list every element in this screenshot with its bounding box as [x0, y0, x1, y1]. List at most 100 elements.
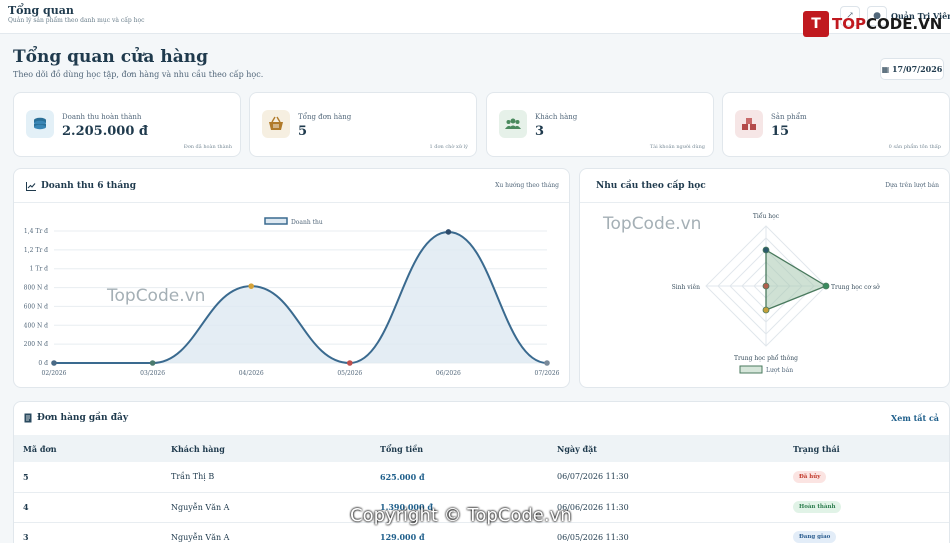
basket-icon: [269, 116, 283, 130]
demand-subtitle: Dựa trên lượt bán: [885, 182, 939, 189]
revenue-card-header: Doanh thu 6 tháng Xu hướng theo tháng: [14, 169, 569, 203]
kpi-value: 2.205.000 đ: [62, 124, 148, 139]
order-status-cell: Đã hủy: [784, 462, 949, 493]
kpi-note: Tài khoản người dùng: [649, 144, 705, 150]
y-tick-label: 800 N đ: [24, 285, 49, 292]
kpi-label: Tổng đơn hàng: [298, 113, 352, 121]
status-badge: Hoàn thành: [793, 501, 842, 513]
kpi-value: 5: [298, 124, 308, 139]
radar-series-area: [765, 248, 828, 311]
kpi-icon-box: [499, 110, 527, 138]
y-tick-label: 600 N đ: [24, 303, 49, 310]
kpi-card-orders: Tổng đơn hàng 5 1 đơn chờ xử lý: [249, 92, 477, 157]
order-customer: Nguyễn Văn A: [162, 492, 371, 523]
line-chart-icon: [26, 181, 36, 191]
kpi-icon-box: [26, 110, 54, 138]
radar-point: [762, 282, 770, 290]
x-tick-label: 07/2026: [535, 370, 560, 377]
demand-title: Nhu cầu theo cấp học: [596, 181, 706, 191]
kpi-value: 3: [535, 124, 545, 139]
kpi-icon-box: [735, 110, 763, 138]
y-tick-label: 200 N đ: [24, 341, 49, 348]
demand-card-header: Nhu cầu theo cấp học Dựa trên lượt bán: [580, 169, 949, 203]
radar-category-label: Trung học phổ thông: [734, 355, 798, 362]
kpi-note: 1 đơn chờ xử lý: [429, 144, 468, 150]
table-header-row: Mã đơn Khách hàng Tổng tiền Ngày đặt Trạ…: [14, 435, 949, 462]
radar-point: [762, 306, 770, 314]
orders-table: Mã đơn Khách hàng Tổng tiền Ngày đặt Trạ…: [14, 435, 949, 543]
kpi-note: 0 sản phẩm tồn thấp: [888, 144, 941, 150]
kpi-label: Khách hàng: [535, 113, 578, 121]
coins-icon: [34, 117, 46, 130]
order-customer: Trần Thị B: [162, 462, 371, 493]
date-button[interactable]: ▦ 17/07/2026: [880, 58, 944, 80]
data-point: [248, 283, 254, 289]
kpi-note: Đơn đã hoàn thành: [183, 144, 232, 150]
legend-swatch: [264, 217, 288, 225]
order-id: 4: [14, 492, 162, 523]
logo-text: TOPCODE.VN: [832, 15, 943, 33]
kpi-card-products: Sản phẩm 15 0 sản phẩm tồn thấp: [722, 92, 950, 157]
col-date: Ngày đặt: [548, 435, 784, 462]
table-row[interactable]: 5 Trần Thị B 625.000 đ 06/07/2026 11:30 …: [14, 462, 949, 493]
revenue-line-chart: Doanh thu 0 đ 200 N đ 400 N đ 600 N đ 800 N đ…: [24, 217, 560, 377]
radar-category-label: Sinh viên: [672, 284, 701, 291]
revenue-subtitle: Xu hướng theo tháng: [495, 182, 559, 189]
watermark: TopCode.vn: [107, 286, 206, 306]
status-badge: Đã hủy: [793, 470, 827, 483]
kpi-icon-box: [262, 110, 290, 138]
y-tick-label: 1,2 Tr đ: [24, 247, 48, 254]
radar-legend-swatch: [739, 365, 763, 374]
col-status: Trạng thái: [784, 435, 949, 462]
calendar-icon: ▦: [881, 64, 890, 74]
col-total: Tổng tiền: [371, 435, 548, 462]
y-tick-label: 1,4 Tr đ: [24, 228, 48, 235]
logo-mark: T: [803, 11, 829, 37]
topbar-subtitle: Quản lý sản phẩm theo danh mục và cấp họ…: [8, 17, 145, 24]
radar-point: [822, 282, 830, 290]
kpi-card-revenue: Doanh thu hoàn thành 2.205.000 đ Đơn đã …: [13, 92, 241, 157]
data-point: [149, 360, 156, 366]
order-status-cell: Hoàn thành: [784, 492, 949, 523]
topbar-title: Tổng quan: [8, 4, 74, 17]
radar-category-label: Tiểu học: [753, 213, 780, 220]
legend-label: Doanh thu: [291, 219, 323, 226]
radar-point: [762, 246, 770, 254]
revenue-title: Doanh thu 6 tháng: [26, 181, 136, 191]
demand-card: Nhu cầu theo cấp học Dựa trên lượt bán T…: [579, 168, 950, 388]
page-subtitle: Theo dõi đồ dùng học tập, đơn hàng và nh…: [13, 70, 264, 79]
x-tick-label: 02/2026: [42, 370, 67, 377]
date-text: 17/07/2026: [891, 64, 943, 74]
revenue-card: Doanh thu 6 tháng Xu hướng theo tháng Do…: [13, 168, 570, 388]
kpi-label: Doanh thu hoàn thành: [62, 113, 142, 121]
order-customer: Nguyễn Văn A: [162, 522, 371, 543]
radar-category-label: Trung học cơ sở: [831, 284, 880, 291]
order-status-cell: Đang giao: [784, 522, 949, 543]
data-point: [51, 360, 57, 366]
orders-card-header: Đơn hàng gần đây Xem tất cả: [14, 402, 949, 436]
kpi-value: 15: [771, 124, 790, 139]
view-all-link[interactable]: Xem tất cả: [891, 413, 939, 423]
order-date: 06/05/2026 11:30: [548, 522, 784, 543]
order-id: 5: [14, 462, 162, 493]
x-tick-label: 04/2026: [239, 370, 264, 377]
col-order-id: Mã đơn: [14, 435, 162, 462]
y-tick-label: 1 Tr đ: [30, 266, 49, 273]
orders-title: Đơn hàng gần đây: [24, 413, 128, 423]
col-customer: Khách hàng: [162, 435, 371, 462]
order-total: 625.000 đ: [371, 462, 548, 493]
order-date: 06/07/2026 11:30: [548, 462, 784, 493]
order-id: 3: [14, 522, 162, 543]
users-icon: [505, 118, 521, 129]
data-point: [544, 360, 550, 366]
boxes-icon: [742, 118, 756, 130]
kpi-label: Sản phẩm: [771, 113, 807, 121]
x-tick-label: 05/2026: [337, 370, 362, 377]
x-tick-label: 06/2026: [436, 370, 461, 377]
topcode-logo: T TOPCODE.VN: [803, 9, 949, 39]
watermark: TopCode.vn: [603, 214, 702, 234]
y-tick-label: 0 đ: [38, 360, 48, 367]
kpi-card-customers: Khách hàng 3 Tài khoản người dùng: [486, 92, 714, 157]
copyright-watermark: Copyright © TopCode.vn: [350, 505, 572, 526]
data-point: [445, 229, 452, 235]
